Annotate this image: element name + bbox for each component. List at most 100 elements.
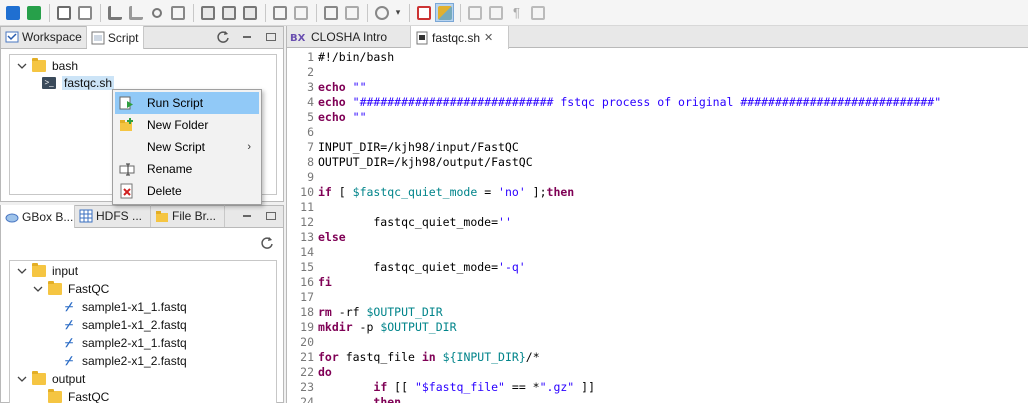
editor-tabs: BX CLOSHA Intro fastqc.sh ✕ bbox=[287, 26, 1028, 49]
tab-workspace[interactable]: Workspace bbox=[1, 26, 87, 48]
folder-icon bbox=[32, 371, 46, 385]
code-token: "" bbox=[352, 79, 367, 94]
pilcrow-icon[interactable]: ¶ bbox=[507, 3, 526, 22]
code-token: 'no' bbox=[498, 184, 526, 199]
code-line: 14 bbox=[287, 244, 1028, 259]
save-as-icon[interactable] bbox=[240, 3, 259, 22]
line-number: 6 bbox=[307, 124, 314, 139]
import-icon[interactable] bbox=[321, 3, 340, 22]
line-number: 9 bbox=[307, 169, 314, 184]
code-token: [ bbox=[331, 184, 353, 199]
tree-item-fastq-file[interactable]: ⌿ sample1-x1_1.fastq bbox=[62, 298, 187, 316]
code-line: 24 then bbox=[287, 394, 1028, 403]
code-token: ${INPUT_DIR} bbox=[442, 349, 526, 364]
code-line: 23 if [[ "$fastq_file" == *".gz" ]] bbox=[287, 379, 1028, 394]
delete-icon[interactable] bbox=[414, 3, 433, 22]
highlight-icon[interactable] bbox=[435, 3, 454, 22]
svg-text:BX: BX bbox=[290, 33, 306, 43]
run-icon[interactable] bbox=[372, 3, 391, 22]
tree-item-fastq-file[interactable]: ⌿ sample2-x1_2.fastq bbox=[62, 352, 187, 370]
edit-icon[interactable] bbox=[75, 3, 94, 22]
close-icon[interactable]: ✕ bbox=[484, 31, 493, 44]
minimize-icon[interactable] bbox=[239, 29, 255, 45]
maximize-icon[interactable] bbox=[263, 208, 279, 224]
package-icon[interactable] bbox=[198, 3, 217, 22]
refresh-icon[interactable] bbox=[215, 29, 231, 45]
folder-icon bbox=[32, 263, 46, 277]
code-token: rm bbox=[318, 304, 332, 319]
toolbar-separator bbox=[265, 3, 266, 22]
chevron-down-icon[interactable] bbox=[16, 265, 28, 277]
share-icon[interactable] bbox=[147, 3, 166, 22]
format-icon[interactable] bbox=[465, 3, 484, 22]
fastq-file-icon: ⌿ bbox=[65, 353, 73, 368]
code-token: /* bbox=[525, 349, 540, 364]
code-token: do bbox=[318, 364, 332, 379]
line-number: 24 bbox=[300, 394, 314, 403]
code-token: fastqc_quiet_mode= bbox=[318, 259, 499, 274]
tree-item-fastqc-output-folder[interactable]: FastQC bbox=[48, 388, 109, 403]
workspace-icon bbox=[5, 30, 19, 44]
code-token: OUTPUT_DIR=/kjh98/output/FastQC bbox=[318, 154, 533, 169]
tree-item-input-folder[interactable]: input bbox=[16, 262, 78, 280]
edit-workflow-icon[interactable] bbox=[126, 3, 145, 22]
chevron-down-icon[interactable] bbox=[32, 283, 44, 295]
script-panel-tools bbox=[215, 29, 279, 45]
code-token: then bbox=[546, 184, 575, 199]
code-line: 1 #!/bin/bash bbox=[287, 49, 1028, 64]
tab-fastqc-sh[interactable]: fastqc.sh ✕ bbox=[411, 26, 509, 49]
line-number: 21 bbox=[300, 349, 314, 364]
menu-item-new-folder[interactable]: New Folder bbox=[113, 114, 261, 136]
line-number: 2 bbox=[307, 64, 314, 79]
upload-icon[interactable] bbox=[270, 3, 289, 22]
dropdown-icon[interactable]: ▾ bbox=[393, 3, 403, 22]
export-icon[interactable] bbox=[168, 3, 187, 22]
chevron-down-icon[interactable] bbox=[16, 60, 28, 72]
workflow-icon[interactable] bbox=[105, 3, 124, 22]
document-icon[interactable] bbox=[486, 3, 505, 22]
tree-item-fastq-file[interactable]: ⌿ sample1-x1_2.fastq bbox=[62, 316, 187, 334]
tab-closha-intro[interactable]: BX CLOSHA Intro bbox=[287, 26, 411, 48]
code-token: #!/bin/bash bbox=[318, 49, 395, 64]
tab-hdfs-browser[interactable]: HDFS ... bbox=[75, 205, 151, 227]
menu-item-delete[interactable]: Delete bbox=[113, 180, 261, 202]
toolbar-separator bbox=[409, 3, 410, 22]
tree-item-fastqc-input-folder[interactable]: FastQC bbox=[32, 280, 109, 298]
minimize-icon[interactable] bbox=[239, 208, 255, 224]
menu-item-new-script[interactable]: New Script › bbox=[113, 136, 261, 158]
menu-item-run-script[interactable]: Run Script bbox=[115, 92, 259, 114]
code-area[interactable]: 1 #!/bin/bash 2 3 echo "" 4 echo "############… bbox=[287, 49, 1028, 403]
code-token: $fastqc_quiet_mode bbox=[352, 184, 478, 199]
tab-script[interactable]: Script bbox=[86, 26, 144, 49]
menu-item-rename[interactable]: Rename bbox=[113, 158, 261, 180]
line-number: 12 bbox=[300, 214, 314, 229]
app-icon[interactable] bbox=[3, 3, 22, 22]
toolbar-separator bbox=[316, 3, 317, 22]
tree-item-fastq-file[interactable]: ⌿ sample2-x1_1.fastq bbox=[62, 334, 187, 352]
refresh-icon[interactable] bbox=[259, 235, 275, 251]
line-number: 3 bbox=[307, 79, 314, 94]
file-browser-tools bbox=[239, 208, 279, 224]
copy-icon[interactable] bbox=[528, 3, 547, 22]
chevron-down-icon[interactable] bbox=[16, 373, 28, 385]
tree-item-output-folder[interactable]: output bbox=[16, 370, 85, 388]
download-icon[interactable] bbox=[291, 3, 310, 22]
maximize-icon[interactable] bbox=[263, 29, 279, 45]
tree-item-label: input bbox=[52, 264, 79, 278]
save-icon[interactable] bbox=[219, 3, 238, 22]
edit-file-icon[interactable] bbox=[342, 3, 361, 22]
tree-item-fastqc-script[interactable]: >_ fastqc.sh bbox=[42, 74, 115, 92]
run-script-icon bbox=[119, 95, 135, 111]
closha-icon: BX bbox=[290, 30, 308, 44]
code-text: #!/bin/bash bbox=[316, 50, 394, 64]
fastq-file-icon: ⌿ bbox=[65, 317, 73, 332]
app-green-icon[interactable] bbox=[24, 3, 43, 22]
script-icon bbox=[91, 31, 105, 45]
tab-gbox-browser[interactable]: GBox B... bbox=[1, 205, 75, 228]
blank-icon bbox=[119, 139, 135, 155]
new-item-icon[interactable] bbox=[54, 3, 73, 22]
tab-file-browser[interactable]: File Br... bbox=[151, 205, 225, 227]
code-text: OUTPUT_DIR=/kjh98/output/FastQC bbox=[316, 155, 533, 169]
tree-item-bash-folder[interactable]: bash bbox=[16, 57, 78, 75]
